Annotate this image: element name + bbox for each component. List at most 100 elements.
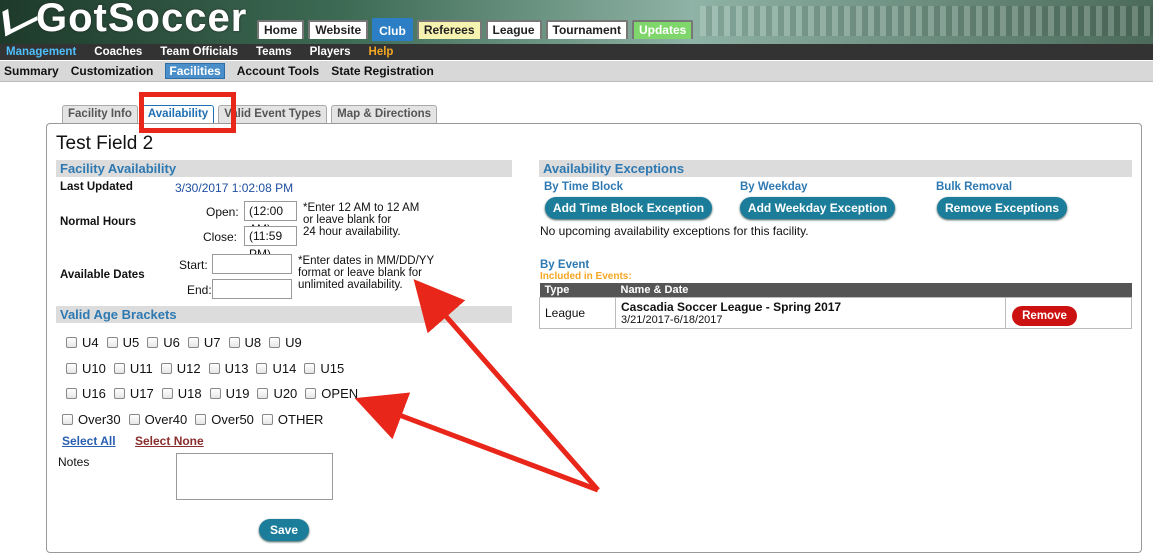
checkbox-u14[interactable]: U14 [256, 361, 296, 376]
checkbox-box[interactable] [66, 337, 77, 348]
age-row-1: U4 U5 U6 U7 U8 U9 [66, 335, 302, 350]
checkbox-box[interactable] [208, 363, 220, 374]
checkbox-label: U6 [163, 335, 180, 350]
add-weekday-exception-button[interactable]: Add Weekday Exception [740, 197, 895, 219]
checkbox-box[interactable] [261, 414, 273, 425]
site-logo[interactable]: GotSoccer [2, 0, 247, 41]
tab-website[interactable]: Website [308, 20, 369, 39]
close-time-input[interactable]: (11:59 PM) [244, 226, 297, 261]
subnav-customization[interactable]: Customization [71, 64, 154, 78]
by-event-label: By Event [540, 259, 590, 271]
checkbox-u8[interactable]: U8 [228, 335, 261, 350]
checkbox-box[interactable] [209, 388, 221, 399]
dates-note-line: *Enter dates in MM/DD/YY [298, 255, 435, 267]
tab-tournament[interactable]: Tournament [545, 20, 628, 39]
bulk-removal-label: Bulk Removal [936, 181, 1013, 193]
select-all-link[interactable]: Select All [62, 434, 116, 448]
subnav-summary[interactable]: Summary [4, 64, 59, 78]
select-none-link[interactable]: Select None [135, 434, 204, 448]
checkbox-over30[interactable]: Over30 [62, 412, 121, 427]
checkbox-u19[interactable]: U19 [209, 386, 250, 401]
checkbox-box[interactable] [257, 388, 269, 399]
checkbox-u13[interactable]: U13 [208, 361, 249, 376]
checkbox-box[interactable] [113, 388, 125, 399]
tab-league[interactable]: League [485, 20, 542, 39]
checkbox-u20[interactable]: U20 [257, 386, 297, 401]
checkbox-label: U10 [82, 361, 106, 376]
checkbox-box[interactable] [195, 414, 207, 425]
hours-note-line: *Enter 12 AM to 12 AM [303, 202, 420, 214]
subnav-state-registration[interactable]: State Registration [331, 64, 434, 78]
save-button[interactable]: Save [259, 519, 309, 541]
hours-note-line: 24 hour availability. [303, 226, 401, 238]
checkbox-u7[interactable]: U7 [187, 335, 221, 350]
checkbox-over50[interactable]: Over50 [195, 412, 254, 427]
sub-nav: Summary Customization Facilities Account… [0, 61, 1153, 82]
nav-teams[interactable]: Teams [256, 46, 292, 58]
checkbox-label: U13 [224, 361, 249, 376]
subnav-account-tools[interactable]: Account Tools [237, 64, 319, 78]
notes-textarea[interactable] [176, 453, 333, 500]
nav-help[interactable]: Help [369, 46, 394, 58]
nav-management[interactable]: Management [6, 46, 76, 58]
tab-facility-info[interactable]: Facility Info [62, 105, 138, 123]
checkbox-box[interactable] [304, 363, 316, 374]
end-date-input[interactable] [212, 279, 292, 299]
hours-note-line: or leave blank for [303, 214, 392, 226]
checkbox-box[interactable] [187, 337, 199, 348]
start-date-input[interactable] [212, 254, 292, 274]
checkbox-box[interactable] [256, 363, 268, 374]
subnav-facilities[interactable]: Facilities [165, 63, 225, 79]
checkbox-box[interactable] [62, 414, 73, 425]
add-time-block-exception-button[interactable]: Add Time Block Exception [545, 197, 712, 219]
nav-players[interactable]: Players [310, 46, 351, 58]
col-name-date: Name & Date [615, 283, 1006, 298]
dates-note: *Enter dates in MM/DD/YY format or leave… [298, 255, 434, 291]
checkbox-label: U17 [129, 386, 154, 401]
tab-club[interactable]: Club [372, 18, 413, 41]
tab-map-directions[interactable]: Map & Directions [331, 105, 438, 123]
checkbox-box[interactable] [113, 363, 125, 374]
checkbox-box[interactable] [305, 388, 317, 399]
age-brackets-header: Valid Age Brackets [56, 306, 512, 323]
by-weekday-label: By Weekday [740, 181, 808, 193]
checkbox-label: Over50 [211, 412, 254, 427]
tab-updates[interactable]: Updates [631, 20, 694, 39]
checkbox-box[interactable] [269, 337, 281, 348]
end-label: End: [187, 283, 212, 297]
close-label: Close: [203, 230, 238, 244]
checkbox-u15[interactable]: U15 [304, 361, 344, 376]
checkbox-u16[interactable]: U16 [66, 386, 106, 401]
checkbox-open[interactable]: OPEN [305, 386, 358, 401]
checkbox-other[interactable]: OTHER [261, 412, 323, 427]
checkbox-box[interactable] [106, 337, 118, 348]
notes-label: Notes [58, 455, 90, 469]
nav-coaches[interactable]: Coaches [94, 46, 142, 58]
checkbox-u4[interactable]: U4 [66, 335, 99, 350]
checkbox-u11[interactable]: U11 [113, 361, 153, 376]
checkbox-u6[interactable]: U6 [147, 335, 180, 350]
remove-exceptions-button[interactable]: Remove Exceptions [937, 197, 1067, 219]
tab-referees[interactable]: Referees [416, 20, 482, 39]
event-type: League [539, 297, 616, 329]
checkbox-box[interactable] [160, 363, 172, 374]
checkbox-u18[interactable]: U18 [161, 386, 202, 401]
checkbox-box[interactable] [128, 414, 140, 425]
checkbox-box[interactable] [66, 363, 77, 374]
checkbox-over40[interactable]: Over40 [128, 412, 187, 427]
included-in-events-label: Included in Events: [540, 271, 632, 282]
remove-event-button[interactable]: Remove [1012, 306, 1077, 326]
checkbox-u17[interactable]: U17 [113, 386, 154, 401]
checkbox-u9[interactable]: U9 [269, 335, 302, 350]
checkbox-label: U19 [225, 386, 250, 401]
checkbox-box[interactable] [147, 337, 159, 348]
checkbox-u10[interactable]: U10 [66, 361, 106, 376]
tab-home[interactable]: Home [257, 20, 305, 39]
checkbox-u5[interactable]: U5 [106, 335, 139, 350]
open-time-input[interactable]: (12:00 AM) [244, 201, 297, 236]
checkbox-box[interactable] [66, 388, 77, 399]
checkbox-box[interactable] [228, 337, 240, 348]
nav-team-officials[interactable]: Team Officials [160, 46, 238, 58]
checkbox-box[interactable] [161, 388, 173, 399]
checkbox-u12[interactable]: U12 [160, 361, 201, 376]
